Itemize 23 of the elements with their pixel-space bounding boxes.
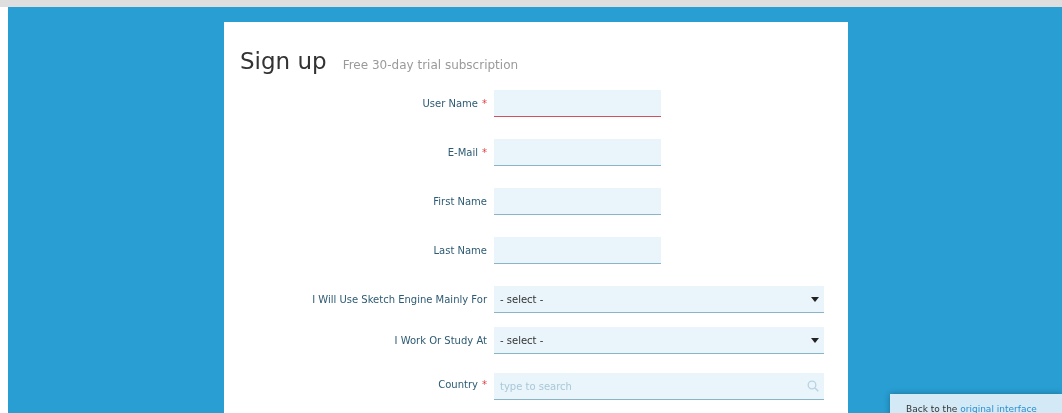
field-label: Country *: [437, 378, 487, 390]
field-label: E-Mail *: [446, 147, 487, 158]
select-dropdown[interactable]: - select -: [494, 327, 824, 354]
field-label: I Will Use Sketch Engine Mainly For: [311, 294, 487, 305]
field-label: User Name *: [421, 98, 487, 109]
caret-icon: [811, 296, 819, 302]
caret-icon: [811, 337, 819, 343]
form-title: Sign up: [240, 48, 327, 74]
text-field[interactable]: [494, 188, 661, 215]
form-subtitle: Free 30-day trial subscription: [342, 58, 519, 72]
required-mark: *: [482, 147, 487, 158]
field-label: Last Name: [432, 245, 487, 256]
search-icon: [807, 380, 819, 392]
search-field[interactable]: type to search: [494, 373, 824, 400]
select-dropdown[interactable]: - select -: [494, 286, 824, 313]
required-mark: *: [482, 98, 487, 109]
field-label: First Name: [432, 196, 487, 207]
field-label: I Work Or Study At: [393, 335, 487, 346]
text-field[interactable]: [494, 90, 661, 117]
text-field[interactable]: [494, 237, 661, 264]
required-mark: *: [482, 379, 487, 390]
text-field[interactable]: [494, 139, 661, 166]
notice-text: Back to the original interface: [906, 404, 1037, 413]
